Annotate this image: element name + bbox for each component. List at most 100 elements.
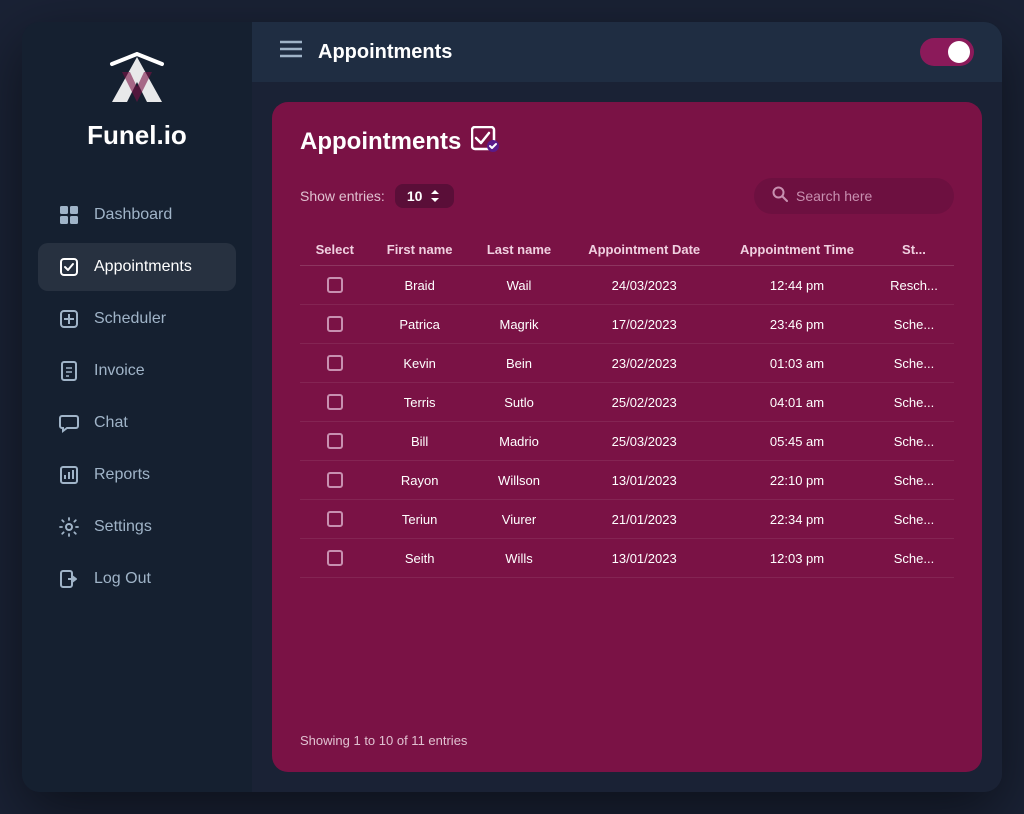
topbar-title: Appointments bbox=[318, 41, 904, 64]
logo-icon bbox=[102, 52, 172, 112]
appointments-table: Select First name Last name Appointment … bbox=[300, 234, 954, 578]
table-row: Kevin Bein 23/02/2023 01:03 am Sche... bbox=[300, 344, 954, 383]
sidebar-item-label: Settings bbox=[94, 518, 152, 536]
row-status: Sche... bbox=[874, 344, 954, 383]
row-status: Sche... bbox=[874, 422, 954, 461]
table-row: Patrica Magrik 17/02/2023 23:46 pm Sche.… bbox=[300, 305, 954, 344]
row-appt-date: 23/02/2023 bbox=[568, 344, 720, 383]
appointments-icon bbox=[58, 256, 80, 278]
invoice-icon bbox=[58, 360, 80, 382]
row-checkbox[interactable] bbox=[327, 472, 343, 488]
col-lastname: Last name bbox=[470, 234, 569, 266]
row-lastname: Magrik bbox=[470, 305, 569, 344]
row-checkbox[interactable] bbox=[327, 316, 343, 332]
row-appt-date: 25/02/2023 bbox=[568, 383, 720, 422]
sidebar-item-appointments[interactable]: Appointments bbox=[38, 243, 236, 291]
reports-icon bbox=[58, 464, 80, 486]
hamburger-icon[interactable] bbox=[280, 40, 302, 64]
sidebar-item-label: Reports bbox=[94, 466, 150, 484]
sidebar: Funel.io Dashboard Appointments Schedule… bbox=[22, 22, 252, 792]
row-checkbox[interactable] bbox=[327, 511, 343, 527]
table-row: Rayon Willson 13/01/2023 22:10 pm Sche..… bbox=[300, 461, 954, 500]
row-lastname: Sutlo bbox=[470, 383, 569, 422]
row-appt-time: 23:46 pm bbox=[720, 305, 874, 344]
table-header-row: Select First name Last name Appointment … bbox=[300, 234, 954, 266]
row-checkbox[interactable] bbox=[327, 394, 343, 410]
row-status: Sche... bbox=[874, 539, 954, 578]
sidebar-item-dashboard[interactable]: Dashboard bbox=[38, 191, 236, 239]
row-select-cell bbox=[300, 305, 370, 344]
sidebar-item-label: Scheduler bbox=[94, 310, 166, 328]
card-header: Appointments bbox=[300, 126, 954, 158]
col-firstname: First name bbox=[370, 234, 470, 266]
row-appt-time: 12:03 pm bbox=[720, 539, 874, 578]
sidebar-item-label: Invoice bbox=[94, 362, 145, 380]
row-status: Sche... bbox=[874, 461, 954, 500]
card-footer: Showing 1 to 10 of 11 entries bbox=[300, 733, 954, 748]
row-firstname: Bill bbox=[370, 422, 470, 461]
main-content: Appointments Appointments bbox=[252, 22, 1002, 792]
sidebar-item-reports[interactable]: Reports bbox=[38, 451, 236, 499]
logo-area: Funel.io bbox=[87, 52, 187, 151]
row-firstname: Seith bbox=[370, 539, 470, 578]
row-status: Sche... bbox=[874, 383, 954, 422]
row-select-cell bbox=[300, 539, 370, 578]
table-row: Terris Sutlo 25/02/2023 04:01 am Sche... bbox=[300, 383, 954, 422]
row-firstname: Braid bbox=[370, 266, 470, 305]
col-appt-time: Appointment Time bbox=[720, 234, 874, 266]
row-firstname: Patrica bbox=[370, 305, 470, 344]
nav-list: Dashboard Appointments Scheduler Invoice bbox=[22, 191, 252, 607]
entries-value: 10 bbox=[407, 188, 423, 204]
toggle-knob bbox=[948, 41, 970, 63]
row-firstname: Rayon bbox=[370, 461, 470, 500]
show-entries-label: Show entries: bbox=[300, 188, 385, 204]
logout-icon bbox=[58, 568, 80, 590]
row-select-cell bbox=[300, 344, 370, 383]
row-select-cell bbox=[300, 500, 370, 539]
search-box[interactable] bbox=[754, 178, 954, 214]
row-lastname: Bein bbox=[470, 344, 569, 383]
search-input[interactable] bbox=[796, 188, 936, 204]
table-row: Seith Wills 13/01/2023 12:03 pm Sche... bbox=[300, 539, 954, 578]
row-appt-date: 13/01/2023 bbox=[568, 461, 720, 500]
row-lastname: Wail bbox=[470, 266, 569, 305]
row-lastname: Wills bbox=[470, 539, 569, 578]
table-body: Braid Wail 24/03/2023 12:44 pm Resch... … bbox=[300, 266, 954, 578]
row-firstname: Kevin bbox=[370, 344, 470, 383]
table-row: Braid Wail 24/03/2023 12:44 pm Resch... bbox=[300, 266, 954, 305]
sidebar-item-label: Dashboard bbox=[94, 206, 172, 224]
row-status: Sche... bbox=[874, 305, 954, 344]
sidebar-item-settings[interactable]: Settings bbox=[38, 503, 236, 551]
col-select: Select bbox=[300, 234, 370, 266]
row-appt-date: 25/03/2023 bbox=[568, 422, 720, 461]
sidebar-item-label: Chat bbox=[94, 414, 128, 432]
sidebar-item-invoice[interactable]: Invoice bbox=[38, 347, 236, 395]
row-lastname: Madrio bbox=[470, 422, 569, 461]
sidebar-item-chat[interactable]: Chat bbox=[38, 399, 236, 447]
row-select-cell bbox=[300, 461, 370, 500]
table-wrapper: Select First name Last name Appointment … bbox=[300, 234, 954, 719]
row-select-cell bbox=[300, 266, 370, 305]
appointments-card: Appointments Show entries: bbox=[272, 102, 982, 772]
row-select-cell bbox=[300, 383, 370, 422]
row-firstname: Terris bbox=[370, 383, 470, 422]
sidebar-item-scheduler[interactable]: Scheduler bbox=[38, 295, 236, 343]
sidebar-item-logout[interactable]: Log Out bbox=[38, 555, 236, 603]
row-status: Resch... bbox=[874, 266, 954, 305]
row-lastname: Viurer bbox=[470, 500, 569, 539]
scheduler-icon bbox=[58, 308, 80, 330]
row-checkbox[interactable] bbox=[327, 277, 343, 293]
row-checkbox[interactable] bbox=[327, 355, 343, 371]
row-checkbox[interactable] bbox=[327, 433, 343, 449]
sidebar-item-label: Appointments bbox=[94, 258, 192, 276]
col-status: St... bbox=[874, 234, 954, 266]
row-lastname: Willson bbox=[470, 461, 569, 500]
toggle-switch[interactable] bbox=[920, 38, 974, 66]
row-checkbox[interactable] bbox=[327, 550, 343, 566]
entries-badge[interactable]: 10 bbox=[395, 184, 455, 208]
col-appt-date: Appointment Date bbox=[568, 234, 720, 266]
row-appt-date: 21/01/2023 bbox=[568, 500, 720, 539]
row-appt-date: 24/03/2023 bbox=[568, 266, 720, 305]
app-title: Funel.io bbox=[87, 120, 187, 151]
row-status: Sche... bbox=[874, 500, 954, 539]
